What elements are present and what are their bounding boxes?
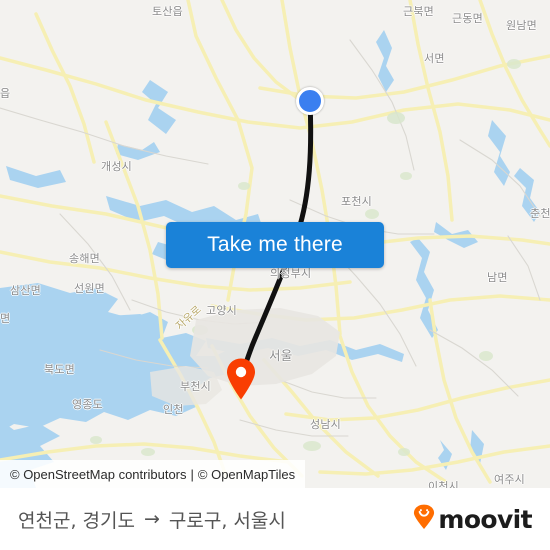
destination-pin-icon[interactable] xyxy=(226,358,256,400)
osm-attribution-link[interactable]: © OpenStreetMap contributors xyxy=(10,467,187,482)
take-me-there-button[interactable]: Take me there xyxy=(166,222,384,268)
map-canvas[interactable]: 토산읍 근북면 근동면 원남면 서면 읍 개성시 포천시 춘천 송해면 남면 의정부시 선원면 삼산면 고양… xyxy=(0,0,550,488)
attribution-separator: | xyxy=(190,466,194,482)
footer-bar: 연천군, 경기도 → 구로구, 서울시 moovit xyxy=(0,488,550,550)
moovit-route-screenshot: 토산읍 근북면 근동면 원남면 서면 읍 개성시 포천시 춘천 송해면 남면 의정부시 선원면 삼산면 고양… xyxy=(0,0,550,550)
route-origin-label: 연천군, 경기도 xyxy=(18,509,135,532)
moovit-logo[interactable]: moovit xyxy=(413,504,533,535)
openmaptiles-attribution-link[interactable]: © OpenMapTiles xyxy=(198,467,295,482)
route-destination-label: 구로구, 서울시 xyxy=(168,509,286,532)
map-attribution: © OpenStreetMap contributors | © OpenMap… xyxy=(0,460,306,488)
origin-dot-icon[interactable] xyxy=(296,87,324,115)
moovit-pin-icon xyxy=(413,504,435,535)
arrow-right-icon: → xyxy=(143,507,160,530)
route-title: 연천군, 경기도 → 구로구, 서울시 xyxy=(18,506,286,533)
moovit-wordmark: moovit xyxy=(438,504,532,534)
